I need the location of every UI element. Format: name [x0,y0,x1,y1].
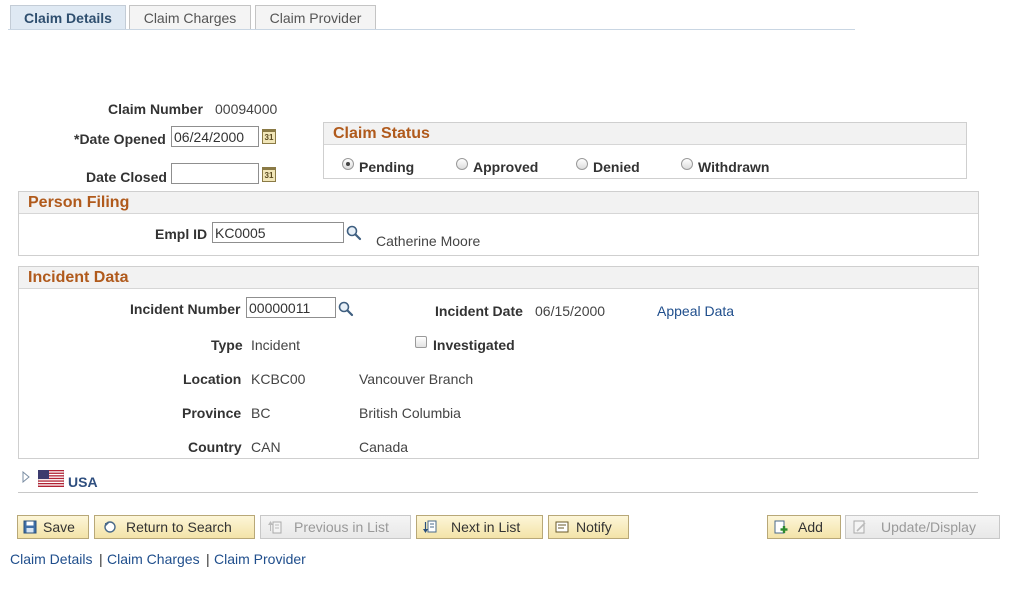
tab-label: Claim Details [24,10,112,26]
radio-denied-label: Denied [593,159,640,175]
employee-name: Catherine Moore [376,233,481,249]
incident-number-input[interactable] [246,297,336,318]
country-name: Canada [359,439,409,455]
province-name: British Columbia [359,405,461,421]
previous-icon [268,521,282,534]
return-icon [104,521,116,533]
search-icon[interactable] [346,225,362,241]
footer-link-claim-provider[interactable]: Claim Provider [214,551,306,567]
next-in-list-label: Next in List [451,519,521,535]
tab-label: Claim Charges [143,10,237,26]
calendar-icon[interactable]: 31 [262,167,276,182]
location-label: Location [183,371,242,387]
next-in-list-button[interactable]: Next in List [416,515,543,539]
person-filing-group: Person Filing [18,191,979,256]
notify-button[interactable]: Notify [548,515,629,539]
type-label: Type [211,337,243,353]
incident-data-group: Incident Data [18,266,979,459]
save-button[interactable]: Save [17,515,89,539]
investigated-label: Investigated [433,337,515,353]
person-filing-title: Person Filing [19,192,978,214]
radio-approved[interactable] [456,158,468,170]
previous-in-list-label: Previous in List [294,519,389,535]
footer-link-claim-charges[interactable]: Claim Charges [107,551,200,567]
date-closed-label: Date Closed [86,169,167,185]
footer-link-claim-details[interactable]: Claim Details [10,551,92,567]
claim-number-label: Claim Number [108,101,203,117]
footer-separator: | [99,551,103,567]
incident-date-value: 06/15/2000 [535,303,606,319]
tab-claim-charges[interactable]: Claim Charges [129,5,251,29]
search-icon[interactable] [338,301,354,317]
radio-withdrawn-label: Withdrawn [698,159,770,175]
date-closed-input[interactable] [171,163,259,184]
country-label: Country [188,439,242,455]
update-display-button[interactable]: Update/Display [845,515,1000,539]
section-divider [18,492,978,493]
add-button[interactable]: Add [767,515,841,539]
notify-icon [555,521,569,533]
radio-withdrawn[interactable] [681,158,693,170]
radio-pending-label: Pending [359,159,415,175]
footer-separator: | [206,551,210,567]
update-display-label: Update/Display [881,519,976,535]
tab-claim-details[interactable]: Claim Details [10,5,126,29]
calendar-icon[interactable]: 31 [262,129,276,144]
investigated-checkbox[interactable] [415,336,427,348]
save-icon [23,520,37,534]
tab-divider [8,29,855,30]
date-opened-input[interactable] [171,126,259,147]
province-code: BC [251,405,271,421]
claim-status-title: Claim Status [324,123,966,145]
empl-id-label: Empl ID [155,226,208,242]
usa-section-label[interactable]: USA [68,474,98,490]
date-opened-label: *Date Opened [74,131,166,147]
add-icon [774,520,788,534]
location-code: KCBC00 [251,371,306,387]
return-to-search-button[interactable]: Return to Search [94,515,255,539]
previous-in-list-button[interactable]: Previous in List [260,515,411,539]
notify-label: Notify [576,519,612,535]
incident-date-label: Incident Date [435,303,523,319]
location-name: Vancouver Branch [359,371,474,387]
expand-arrow-icon[interactable] [22,471,30,483]
empl-id-input[interactable] [212,222,344,243]
claim-number-value: 00094000 [215,101,278,117]
radio-approved-label: Approved [473,159,539,175]
next-icon [423,520,437,533]
type-value: Incident [251,337,301,353]
add-label: Add [798,519,823,535]
province-label: Province [182,405,242,421]
save-label: Save [43,519,75,535]
tab-claim-provider[interactable]: Claim Provider [255,5,376,29]
radio-pending[interactable] [342,158,354,170]
return-to-search-label: Return to Search [126,519,232,535]
country-code: CAN [251,439,281,455]
us-flag-icon [38,470,64,487]
incident-number-label: Incident Number [130,301,241,317]
appeal-data-link[interactable]: Appeal Data [657,303,734,319]
radio-denied[interactable] [576,158,588,170]
incident-data-title: Incident Data [19,267,978,289]
update-display-icon [853,520,866,534]
claim-status-group: Claim Status [323,122,967,179]
tab-label: Claim Provider [269,10,362,26]
